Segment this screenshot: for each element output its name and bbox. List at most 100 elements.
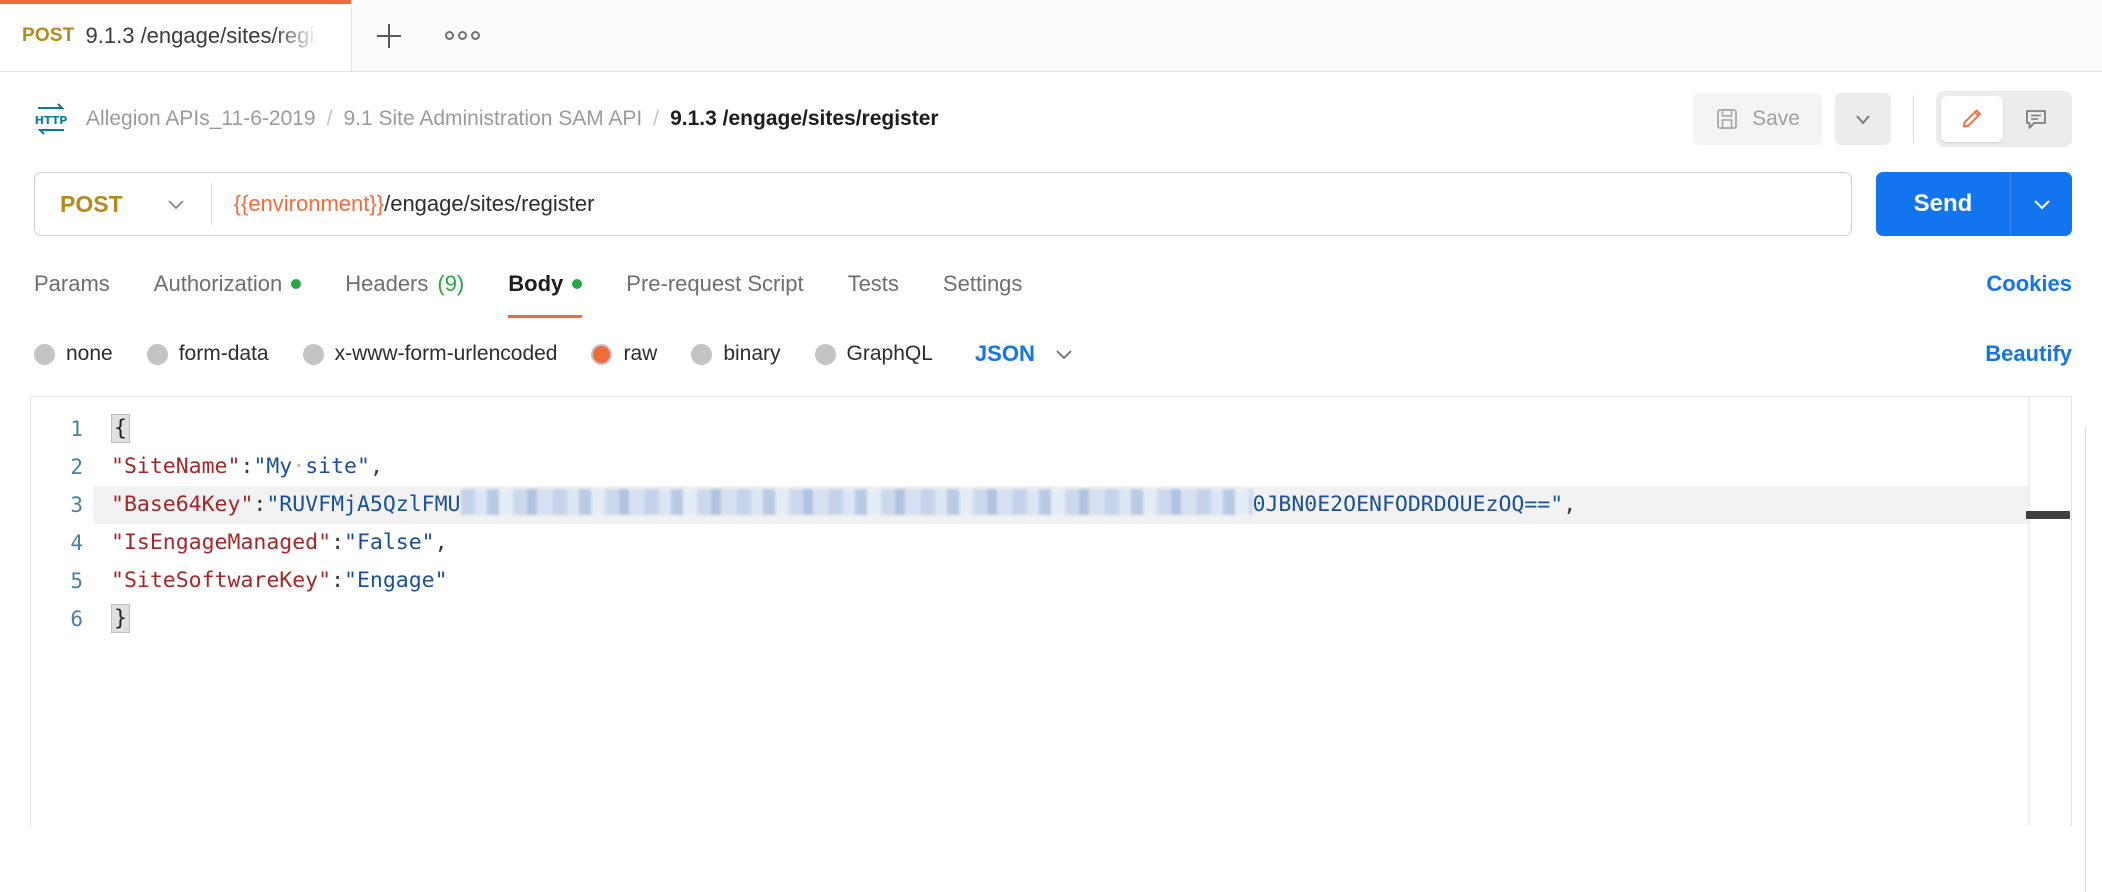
editor-code-area[interactable]: { "SiteName":"My·site", "Base64Key":"RUV… (93, 397, 2071, 826)
tab-strip: POST 9.1.3 /engage/sites/regis (0, 0, 2102, 72)
breadcrumb-workspace[interactable]: Allegion APIs_11-6-2019 (86, 107, 316, 131)
tab-pre-request-script-label: Pre-request Script (626, 271, 804, 296)
json-open-brace: { (111, 414, 130, 443)
breadcrumb-folder[interactable]: 9.1 Site Administration SAM API (343, 107, 642, 131)
tab-params[interactable]: Params (34, 250, 110, 318)
tab-pre-request-script[interactable]: Pre-request Script (626, 250, 803, 318)
line-number: 3 (70, 493, 83, 517)
breadcrumb-current-request: 9.1.3 /engage/sites/register (670, 107, 939, 130)
pencil-icon (1963, 109, 1981, 128)
ellipsis-icon (457, 31, 467, 40)
tab-body-label: Body (508, 271, 564, 296)
radio-selected-icon (591, 343, 613, 365)
save-options-button[interactable] (1835, 93, 1891, 145)
body-type-form-data-label: form-data (178, 342, 269, 365)
request-tabs: Params Authorization Headers (9) Body Pr… (0, 250, 2102, 318)
plus-icon (377, 23, 401, 48)
comments-button[interactable] (2005, 96, 2067, 142)
radio-icon (814, 343, 836, 365)
body-type-none[interactable]: none (34, 342, 113, 366)
url-path: /engage/sites/register (384, 191, 595, 216)
request-header: HTTP Allegion APIs_11-6-2019 / 9.1 Site … (0, 72, 2102, 166)
chevron-down-icon (2033, 200, 2050, 210)
tab-headers-label: Headers (345, 271, 429, 296)
json-comma: , (369, 454, 383, 479)
body-type-graphql-label: GraphQL (846, 342, 933, 365)
json-value: "Engage" (344, 568, 448, 593)
tab-tests-label: Tests (847, 271, 899, 296)
request-tab-method: POST (22, 24, 75, 46)
method-selector[interactable]: POST (35, 173, 211, 235)
json-value: "My (253, 454, 293, 479)
body-editor: 1 2 3 4 5 6 { "SiteName":"My·site", "Bas… (30, 396, 2072, 826)
json-comma: , (434, 530, 448, 555)
radio-icon (302, 343, 324, 365)
body-type-raw-label: raw (623, 342, 658, 365)
send-button-group: Send (1876, 172, 2072, 236)
redacted-value-blur (460, 489, 1253, 515)
comment-icon (2026, 110, 2046, 129)
code-line-1: { (93, 410, 2071, 448)
more-tabs-button[interactable] (426, 0, 498, 72)
edit-mode-button[interactable] (1941, 96, 2003, 142)
pane-vertical-divider (2085, 426, 2086, 892)
body-type-raw[interactable]: raw (591, 342, 657, 366)
whitespace-marker: · (292, 454, 306, 479)
body-type-form-data[interactable]: form-data (146, 342, 269, 366)
json-value-prefix: "RUVFMjA5QzlFMU (266, 492, 461, 517)
line-number: 5 (70, 569, 83, 593)
radio-icon (146, 343, 168, 365)
json-close-brace: } (111, 604, 130, 633)
save-button[interactable]: Save (1693, 93, 1822, 145)
send-button[interactable]: Send (1876, 172, 2010, 236)
url-bar-row: POST {{environment}}/engage/sites/regist… (0, 172, 2102, 236)
tab-params-label: Params (34, 271, 110, 296)
request-tab-engage-sites-register[interactable]: POST 9.1.3 /engage/sites/regis (0, 0, 352, 71)
ellipsis-icon (470, 31, 480, 40)
json-key: "Base64Key" (111, 492, 254, 517)
ellipsis-icon (444, 31, 454, 40)
json-colon: : (331, 530, 345, 555)
tab-tests[interactable]: Tests (848, 250, 899, 318)
body-type-row: none form-data x-www-form-urlencoded raw… (0, 326, 2102, 382)
radio-icon (691, 343, 713, 365)
send-options-button[interactable] (2010, 172, 2072, 236)
tab-settings[interactable]: Settings (943, 250, 1023, 318)
code-line-3: "Base64Key":"RUVFMjA5QzlFMU 0JBN0E2OENFOD… (93, 486, 2071, 524)
json-key: "SiteSoftwareKey" (111, 568, 332, 593)
save-button-group: Save (1693, 93, 1822, 145)
tab-headers[interactable]: Headers (9) (345, 250, 464, 318)
code-line-4: "IsEngageManaged":"False", (93, 524, 2071, 562)
body-type-graphql[interactable]: GraphQL (814, 342, 933, 366)
status-dot-icon (291, 279, 302, 289)
body-type-binary[interactable]: binary (691, 342, 781, 366)
json-value-suffix: 0JBN0E2OENFODRDOUEzOQ==" (1252, 492, 1564, 517)
chevron-down-icon (1056, 350, 1072, 360)
tab-body[interactable]: Body (508, 250, 583, 318)
beautify-button[interactable]: Beautify (1985, 341, 2072, 367)
json-comma: , (1563, 492, 1577, 517)
new-tab-button[interactable] (352, 0, 426, 72)
breadcrumb-separator: / (653, 107, 660, 130)
save-button-label: Save (1752, 107, 1800, 130)
editor-horizontal-scrollbar[interactable] (2026, 511, 2070, 519)
breadcrumb: Allegion APIs_11-6-2019 / 9.1 Site Admin… (86, 107, 939, 131)
url-input[interactable]: {{environment}}/engage/sites/register (212, 191, 1851, 217)
tab-authorization[interactable]: Authorization (153, 250, 302, 318)
tab-authorization-label: Authorization (153, 271, 283, 296)
editor-gutter: 1 2 3 4 5 6 (31, 397, 93, 826)
json-value: "False" (344, 530, 435, 555)
chevron-down-icon (1856, 115, 1870, 125)
breadcrumb-separator: / (326, 107, 333, 130)
code-line-5: "SiteSoftwareKey":"Engage" (93, 562, 2071, 600)
body-type-urlencoded[interactable]: x-www-form-urlencoded (302, 342, 557, 366)
json-colon: : (240, 454, 254, 479)
editor-scroll-rail[interactable] (2029, 397, 2071, 826)
code-line-2: "SiteName":"My·site", (93, 448, 2071, 486)
json-colon: : (253, 492, 267, 517)
line-number: 6 (70, 607, 83, 631)
body-language-selector[interactable]: JSON (975, 341, 1077, 367)
chevron-down-icon (167, 200, 184, 210)
line-number: 2 (70, 455, 83, 479)
cookies-link[interactable]: Cookies (1986, 271, 2072, 297)
